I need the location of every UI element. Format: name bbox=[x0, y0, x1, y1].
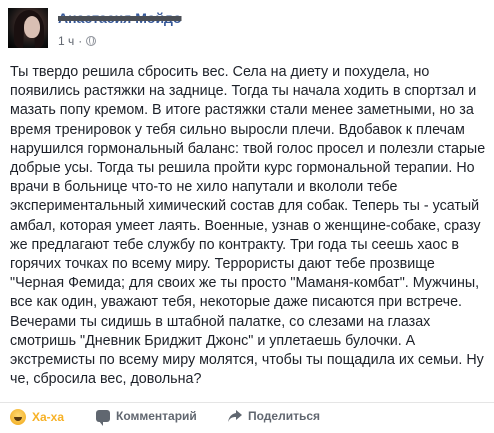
text-line: "Черная Фемида; для своих же ты просто "… bbox=[10, 275, 480, 292]
reaction-label: Ха-ха bbox=[32, 410, 65, 424]
timestamp[interactable]: 1 ч bbox=[58, 34, 74, 48]
text-line: появились растяжки на заднице. Тогда ты … bbox=[10, 83, 477, 100]
globe-icon[interactable] bbox=[86, 36, 97, 46]
facebook-post: Анастасия Мойдо 1 ч · Ты твердо решила с… bbox=[0, 0, 494, 433]
comment-bubble-icon bbox=[96, 410, 110, 426]
text-line: добрые усы. Тогда ты решила пройти курс … bbox=[10, 160, 475, 177]
avatar[interactable] bbox=[8, 8, 48, 48]
text-line: время тренировок у тебя сильно выросли п… bbox=[10, 121, 465, 138]
post-header: Анастасия Мойдо 1 ч · bbox=[0, 0, 494, 60]
text-line: смотришь "Дневник Бриджит Джонс" и уплет… bbox=[10, 332, 416, 349]
text-line: нарушился гормональный баланс: твой голо… bbox=[10, 140, 486, 157]
text-line: амбал, которая умеет лаять. Военные, узн… bbox=[10, 217, 481, 234]
comment-label: Комментарий bbox=[116, 409, 197, 423]
share-label: Поделиться bbox=[248, 409, 321, 423]
laughing-emoji-icon bbox=[10, 409, 26, 425]
action-bar: Ха-ха Комментарий Поделиться bbox=[0, 402, 494, 432]
share-button[interactable]: Поделиться bbox=[228, 409, 320, 423]
post-meta: 1 ч · bbox=[58, 34, 97, 48]
text-line: горячих точках по всему миру. Террористы… bbox=[10, 256, 435, 273]
text-line: экспериментальный химический состав для … bbox=[10, 198, 480, 215]
text-line: врачи в больнице что-то не хило напутали… bbox=[10, 179, 398, 196]
comment-button[interactable]: Комментарий bbox=[96, 409, 197, 426]
text-line: мазать попу кремом. В итоге растяжки ста… bbox=[10, 102, 474, 119]
share-arrow-icon bbox=[228, 410, 242, 422]
text-line: экстремисты по всему миру молятся, чтобы… bbox=[10, 352, 484, 369]
avatar-face bbox=[24, 16, 40, 38]
author-name[interactable]: Анастасия Мойдо bbox=[58, 10, 182, 26]
text-line: же предлагают тебе службу по контракту. … bbox=[10, 236, 460, 253]
separator: · bbox=[78, 34, 83, 48]
post-text: Ты твердо решила сбросить вес. Села на д… bbox=[10, 63, 486, 389]
text-line: все как один, уважают тебя, некоторые да… bbox=[10, 294, 463, 311]
haha-reaction-button[interactable]: Ха-ха bbox=[10, 409, 64, 425]
text-line: че, сбросила вес, довольна? bbox=[10, 371, 202, 388]
text-line: Ты твердо решила сбросить вес. Села на д… bbox=[10, 64, 430, 80]
text-line: Вечерами ты сидишь в штабной палатке, со… bbox=[10, 313, 431, 330]
